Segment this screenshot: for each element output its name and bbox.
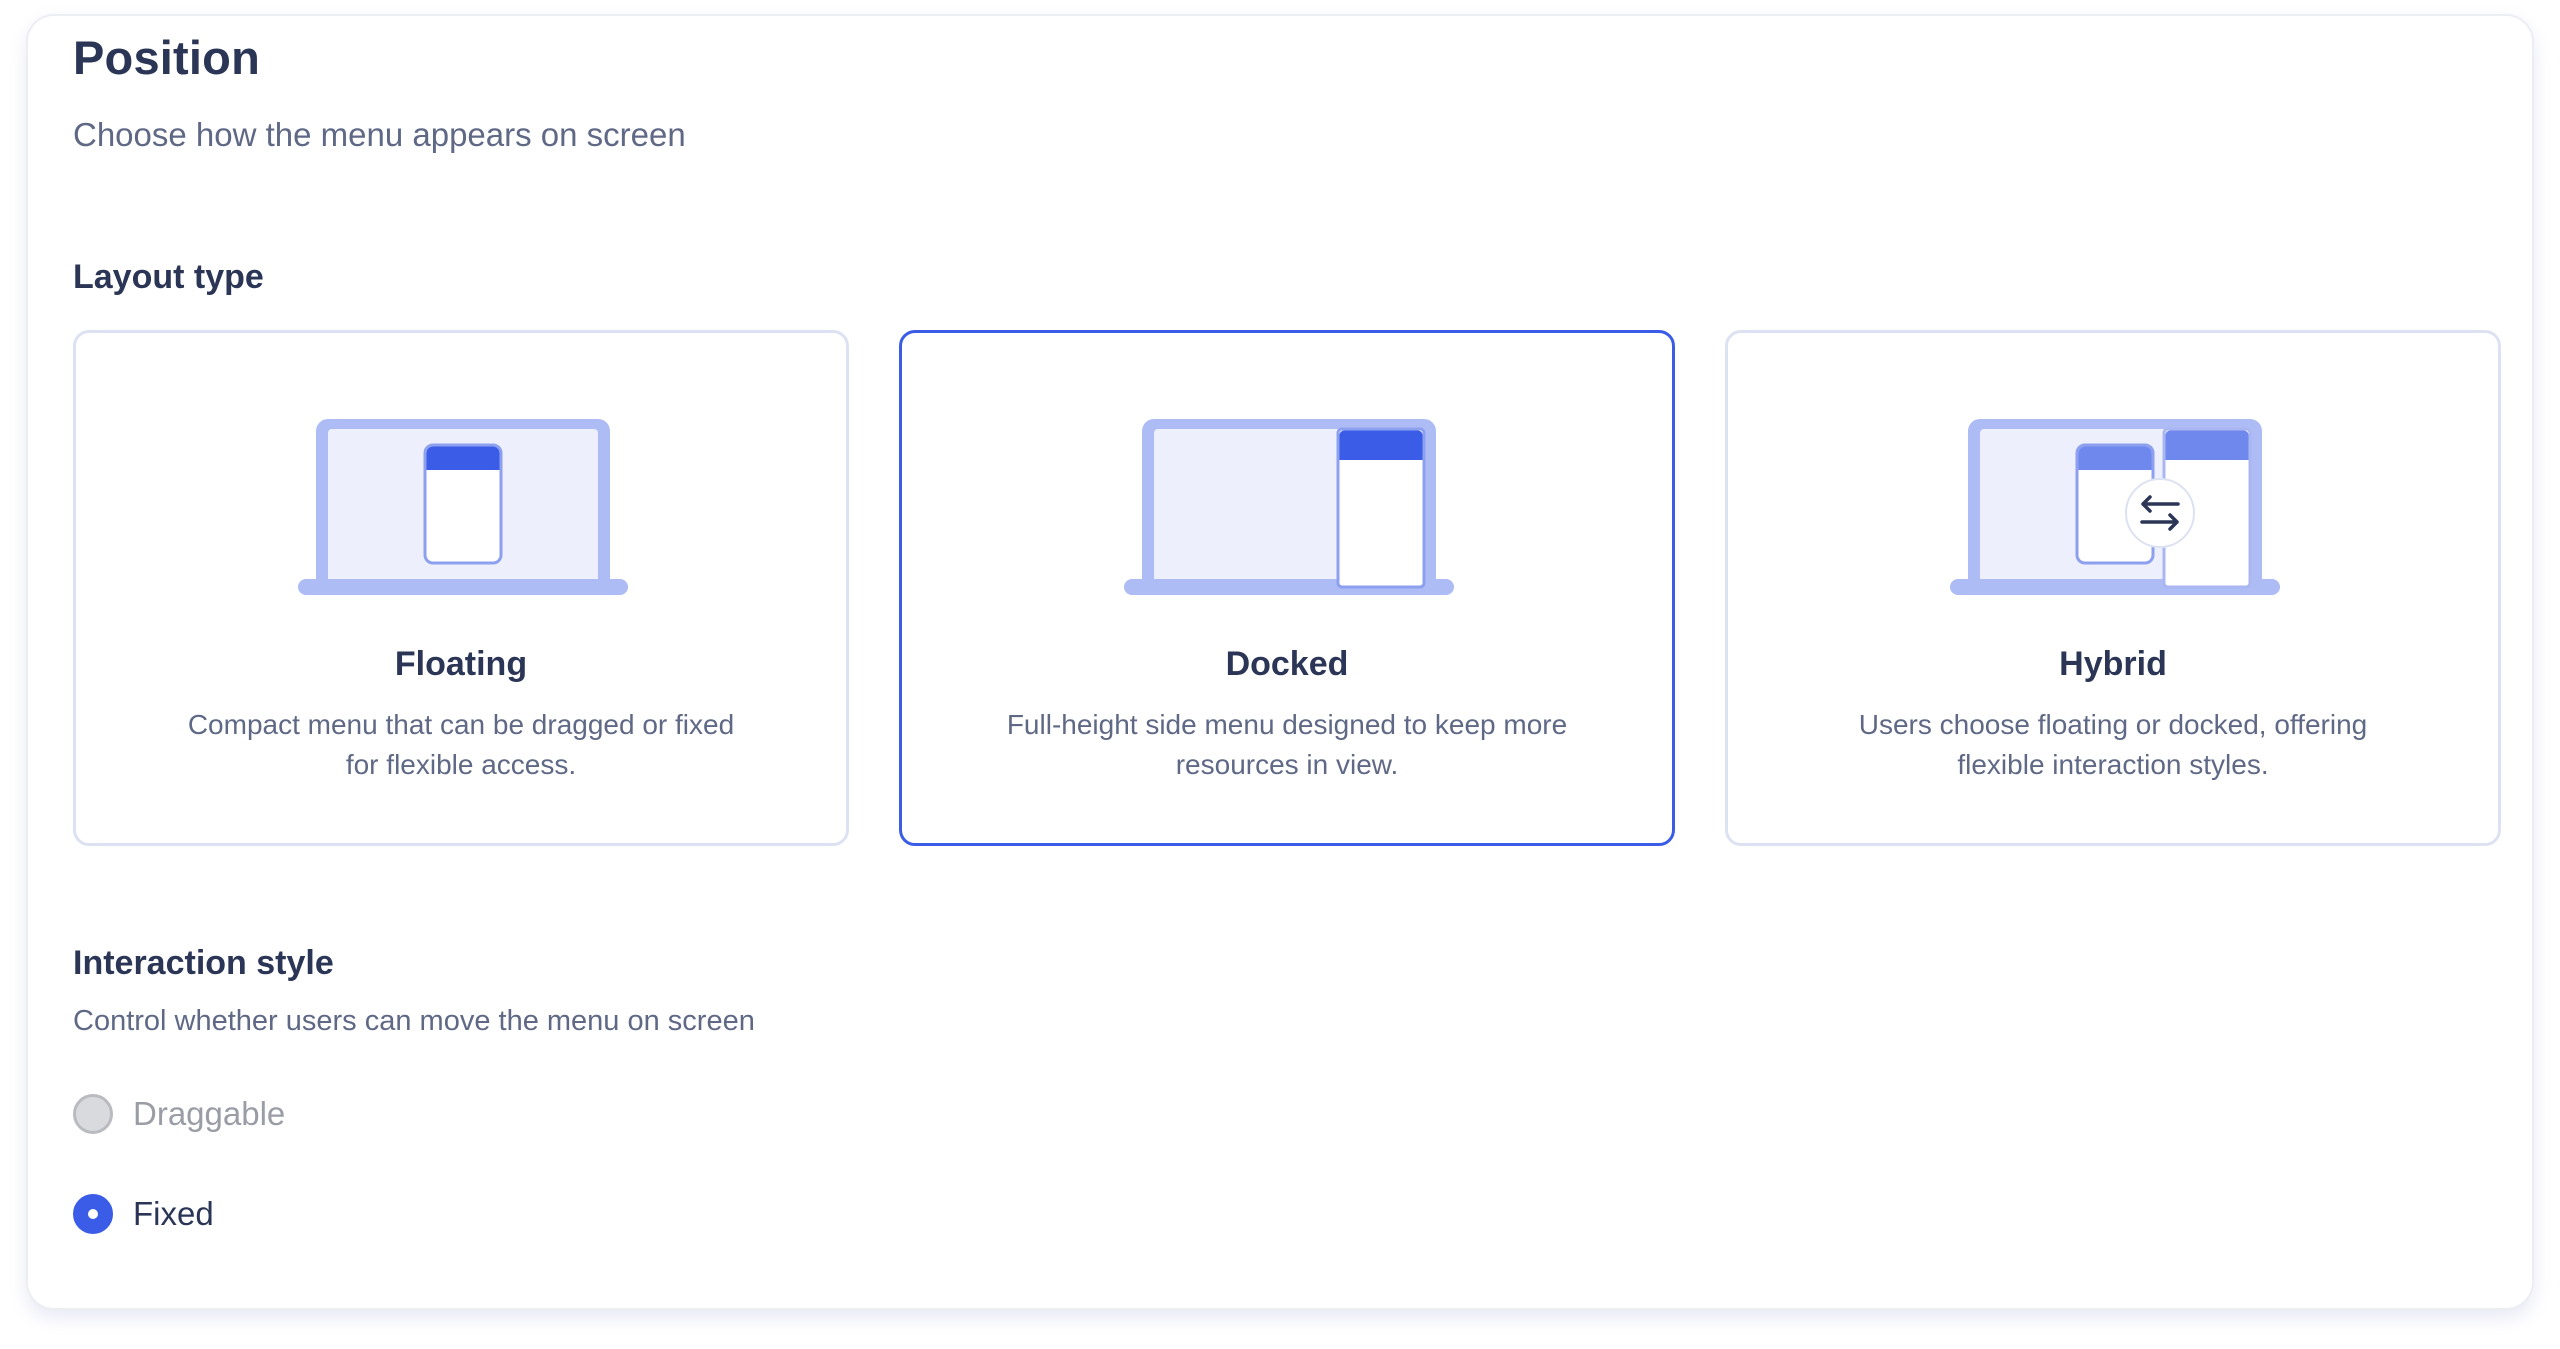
docked-layout-icon (1124, 419, 1454, 595)
layout-option-description: Users choose floating or docked, offerin… (1858, 709, 2368, 780)
radio-option-draggable[interactable]: Draggable (73, 1094, 285, 1134)
layout-option-floating[interactable]: Floating Compact menu that can be dragge… (73, 330, 849, 846)
interaction-style-description: Control whether users can move the menu … (73, 1005, 755, 1037)
radio-label-fixed: Fixed (133, 1195, 214, 1232)
interaction-style-label: Interaction style (73, 944, 334, 982)
layout-option-description: Full-height side menu designed to keep m… (1006, 709, 1568, 780)
hybrid-layout-icon (1950, 419, 2280, 595)
layout-option-title: Docked (1225, 645, 1349, 683)
layout-option-description: Compact menu that can be dragged or fixe… (187, 709, 735, 780)
radio-option-fixed[interactable]: Fixed (73, 1194, 214, 1234)
radio-button-fixed[interactable] (73, 1194, 113, 1234)
layout-option-docked[interactable]: Docked Full-height side menu designed to… (899, 330, 1675, 846)
layout-type-label: Layout type (73, 258, 264, 296)
floating-layout-icon (298, 419, 628, 595)
page-subtitle: Choose how the menu appears on screen (73, 116, 686, 153)
radio-label-draggable: Draggable (133, 1095, 286, 1132)
swap-arrows-icon (2125, 478, 2195, 548)
layout-option-hybrid[interactable]: Hybrid Users choose floating or docked, … (1725, 330, 2501, 846)
page-title: Position (73, 31, 260, 84)
layout-option-title: Floating (394, 645, 528, 683)
layout-option-title: Hybrid (2059, 645, 2167, 683)
radio-button-draggable[interactable] (73, 1094, 113, 1134)
